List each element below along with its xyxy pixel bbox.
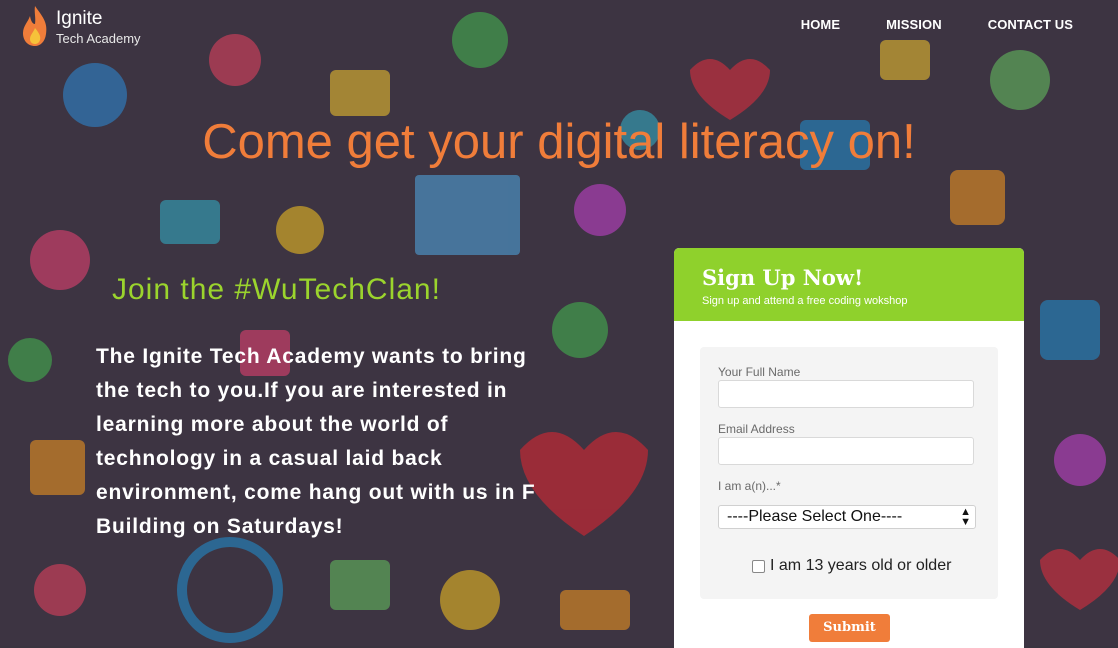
signup-form: Your Full Name Email Address I am a(n)..…	[700, 347, 998, 599]
age-checkbox[interactable]	[752, 559, 765, 573]
brand-name: Ignite	[56, 8, 103, 29]
role-label: I am a(n)...*	[718, 479, 781, 493]
signup-subtitle: Sign up and attend a free coding wokshop	[702, 295, 908, 307]
email-label: Email Address	[718, 422, 795, 436]
nav-mission[interactable]: MISSION	[886, 17, 942, 32]
signup-card: Sign Up Now! Sign up and attend a free c…	[674, 248, 1024, 648]
nav-home[interactable]: HOME	[801, 17, 840, 32]
role-select[interactable]: ----Please Select One---- ▲ ▼	[718, 505, 976, 529]
select-arrows-icon: ▲ ▼	[960, 506, 971, 528]
signup-card-header: Sign Up Now! Sign up and attend a free c…	[674, 248, 1024, 321]
signup-title: Sign Up Now!	[702, 265, 864, 290]
age-check-row[interactable]: I am 13 years old or older	[752, 557, 951, 575]
role-select-value: ----Please Select One----	[727, 508, 903, 525]
top-nav: Ignite Tech Academy HOME MISSION CONTACT…	[0, 0, 1118, 52]
hero-body-text: The Ignite Tech Academy wants to bring t…	[96, 345, 536, 538]
page-headline: Come get your digital literacy on!	[202, 115, 916, 169]
age-check-label: I am 13 years old or older	[770, 557, 952, 574]
nav-contact-us[interactable]: CONTACT US	[988, 17, 1073, 32]
brand-tagline: Tech Academy	[56, 31, 141, 46]
hero-subhead: Join the #WuTechClan!	[112, 273, 441, 306]
full-name-input[interactable]	[718, 380, 974, 408]
submit-button[interactable]: Submit	[809, 614, 890, 642]
logo[interactable]: Ignite Tech Academy	[20, 4, 160, 48]
email-input[interactable]	[718, 437, 974, 465]
flame-icon	[23, 6, 47, 46]
full-name-label: Your Full Name	[718, 365, 801, 379]
main-menu: HOME MISSION CONTACT US	[755, 17, 1073, 32]
